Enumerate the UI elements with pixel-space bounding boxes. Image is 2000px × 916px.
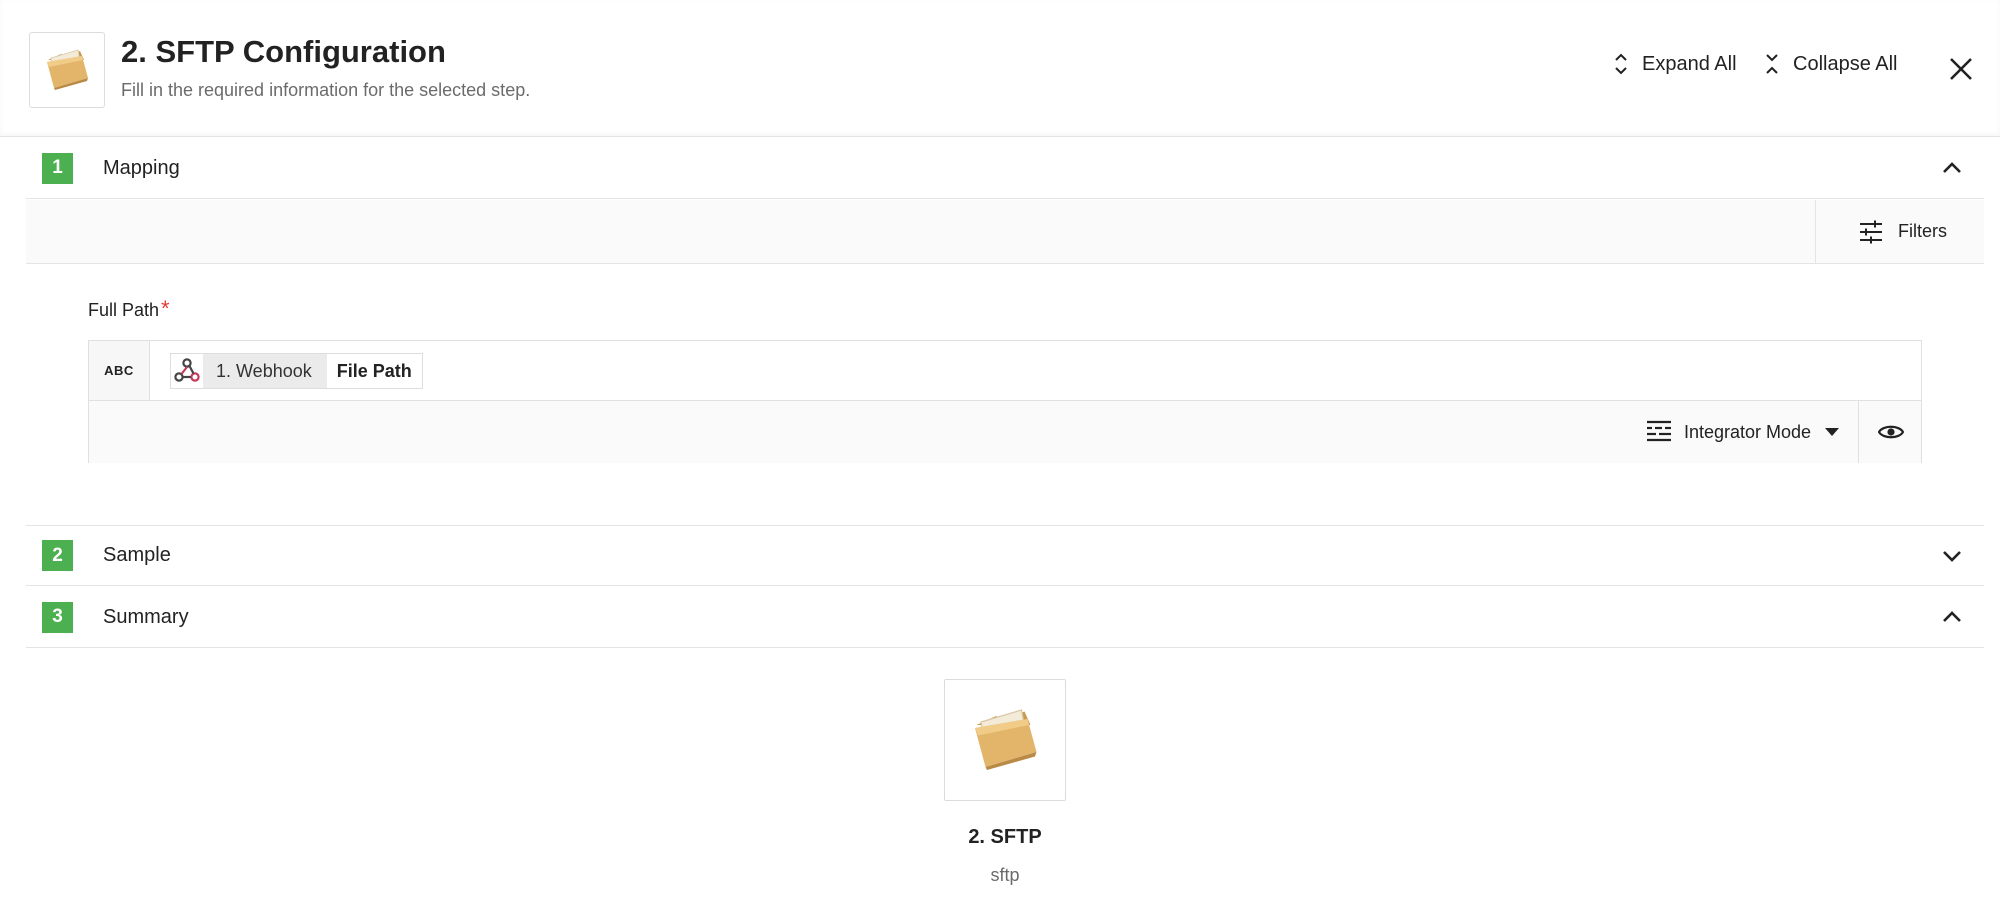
close-button[interactable] xyxy=(1944,52,1978,86)
page-title: 2. SFTP Configuration xyxy=(121,34,446,69)
filters-label: Filters xyxy=(1898,221,1947,241)
preview-button[interactable] xyxy=(1858,401,1922,463)
summary-step-subtitle: sftp xyxy=(990,865,1020,885)
mapped-token[interactable]: 1. Webhook File Path xyxy=(170,353,423,389)
section-summary-header[interactable]: 3 Summary xyxy=(26,587,1984,648)
summary-step-title: 2. SFTP xyxy=(968,826,1042,848)
caret-down-icon xyxy=(1825,428,1840,436)
chevron-up-icon[interactable] xyxy=(1940,156,1964,180)
section-label: Summary xyxy=(103,605,189,628)
field-label-text: Full Path xyxy=(88,300,160,320)
expand-all-button[interactable]: Expand All xyxy=(1614,52,1737,76)
section-sample-header[interactable]: 2 Sample xyxy=(26,525,1984,586)
token-source: 1. Webhook xyxy=(203,354,327,388)
list-format-icon xyxy=(1647,420,1671,442)
type-indicator: ABC xyxy=(89,341,150,401)
section-label: Sample xyxy=(103,544,171,566)
chevron-up-icon[interactable] xyxy=(1940,605,1964,629)
folder-icon xyxy=(29,32,105,108)
integrator-mode-dropdown[interactable]: Integrator Mode xyxy=(1646,401,1840,463)
folder-icon xyxy=(944,679,1066,801)
integrator-mode-label: Integrator Mode xyxy=(1684,421,1812,442)
section-number-badge: 3 xyxy=(42,601,73,633)
webhook-icon xyxy=(171,354,203,388)
page-subtitle: Fill in the required information for the… xyxy=(121,80,531,100)
section-number-badge: 1 xyxy=(42,152,73,184)
token-field: File Path xyxy=(336,360,412,381)
collapse-all-label: Collapse All xyxy=(1793,52,1898,75)
section-mapping-header[interactable]: 1 Mapping xyxy=(26,138,1984,199)
collapse-icon xyxy=(1766,54,1778,74)
full-path-label: Full Path* xyxy=(88,296,170,322)
close-icon xyxy=(1950,58,1972,80)
eye-icon xyxy=(1877,425,1904,439)
config-header: 2. SFTP Configuration Fill in the requir… xyxy=(0,0,2000,137)
expand-icon xyxy=(1615,53,1627,75)
tune-icon xyxy=(1860,220,1882,243)
expand-all-label: Expand All xyxy=(1642,52,1737,75)
full-path-field: ABC 1. Webhook File Path Integrator Mode xyxy=(88,340,1922,463)
mapping-toolbar: Filters xyxy=(26,200,1984,264)
required-asterisk: * xyxy=(161,296,170,321)
collapse-all-button[interactable]: Collapse All xyxy=(1765,52,1898,76)
section-number-badge: 2 xyxy=(42,540,73,571)
full-path-input[interactable]: 1. Webhook File Path xyxy=(150,341,1921,401)
section-label: Mapping xyxy=(103,156,180,179)
chevron-down-icon[interactable] xyxy=(1940,544,1964,568)
field-footer: Integrator Mode xyxy=(89,401,1921,463)
filters-button[interactable]: Filters xyxy=(1815,200,1984,263)
